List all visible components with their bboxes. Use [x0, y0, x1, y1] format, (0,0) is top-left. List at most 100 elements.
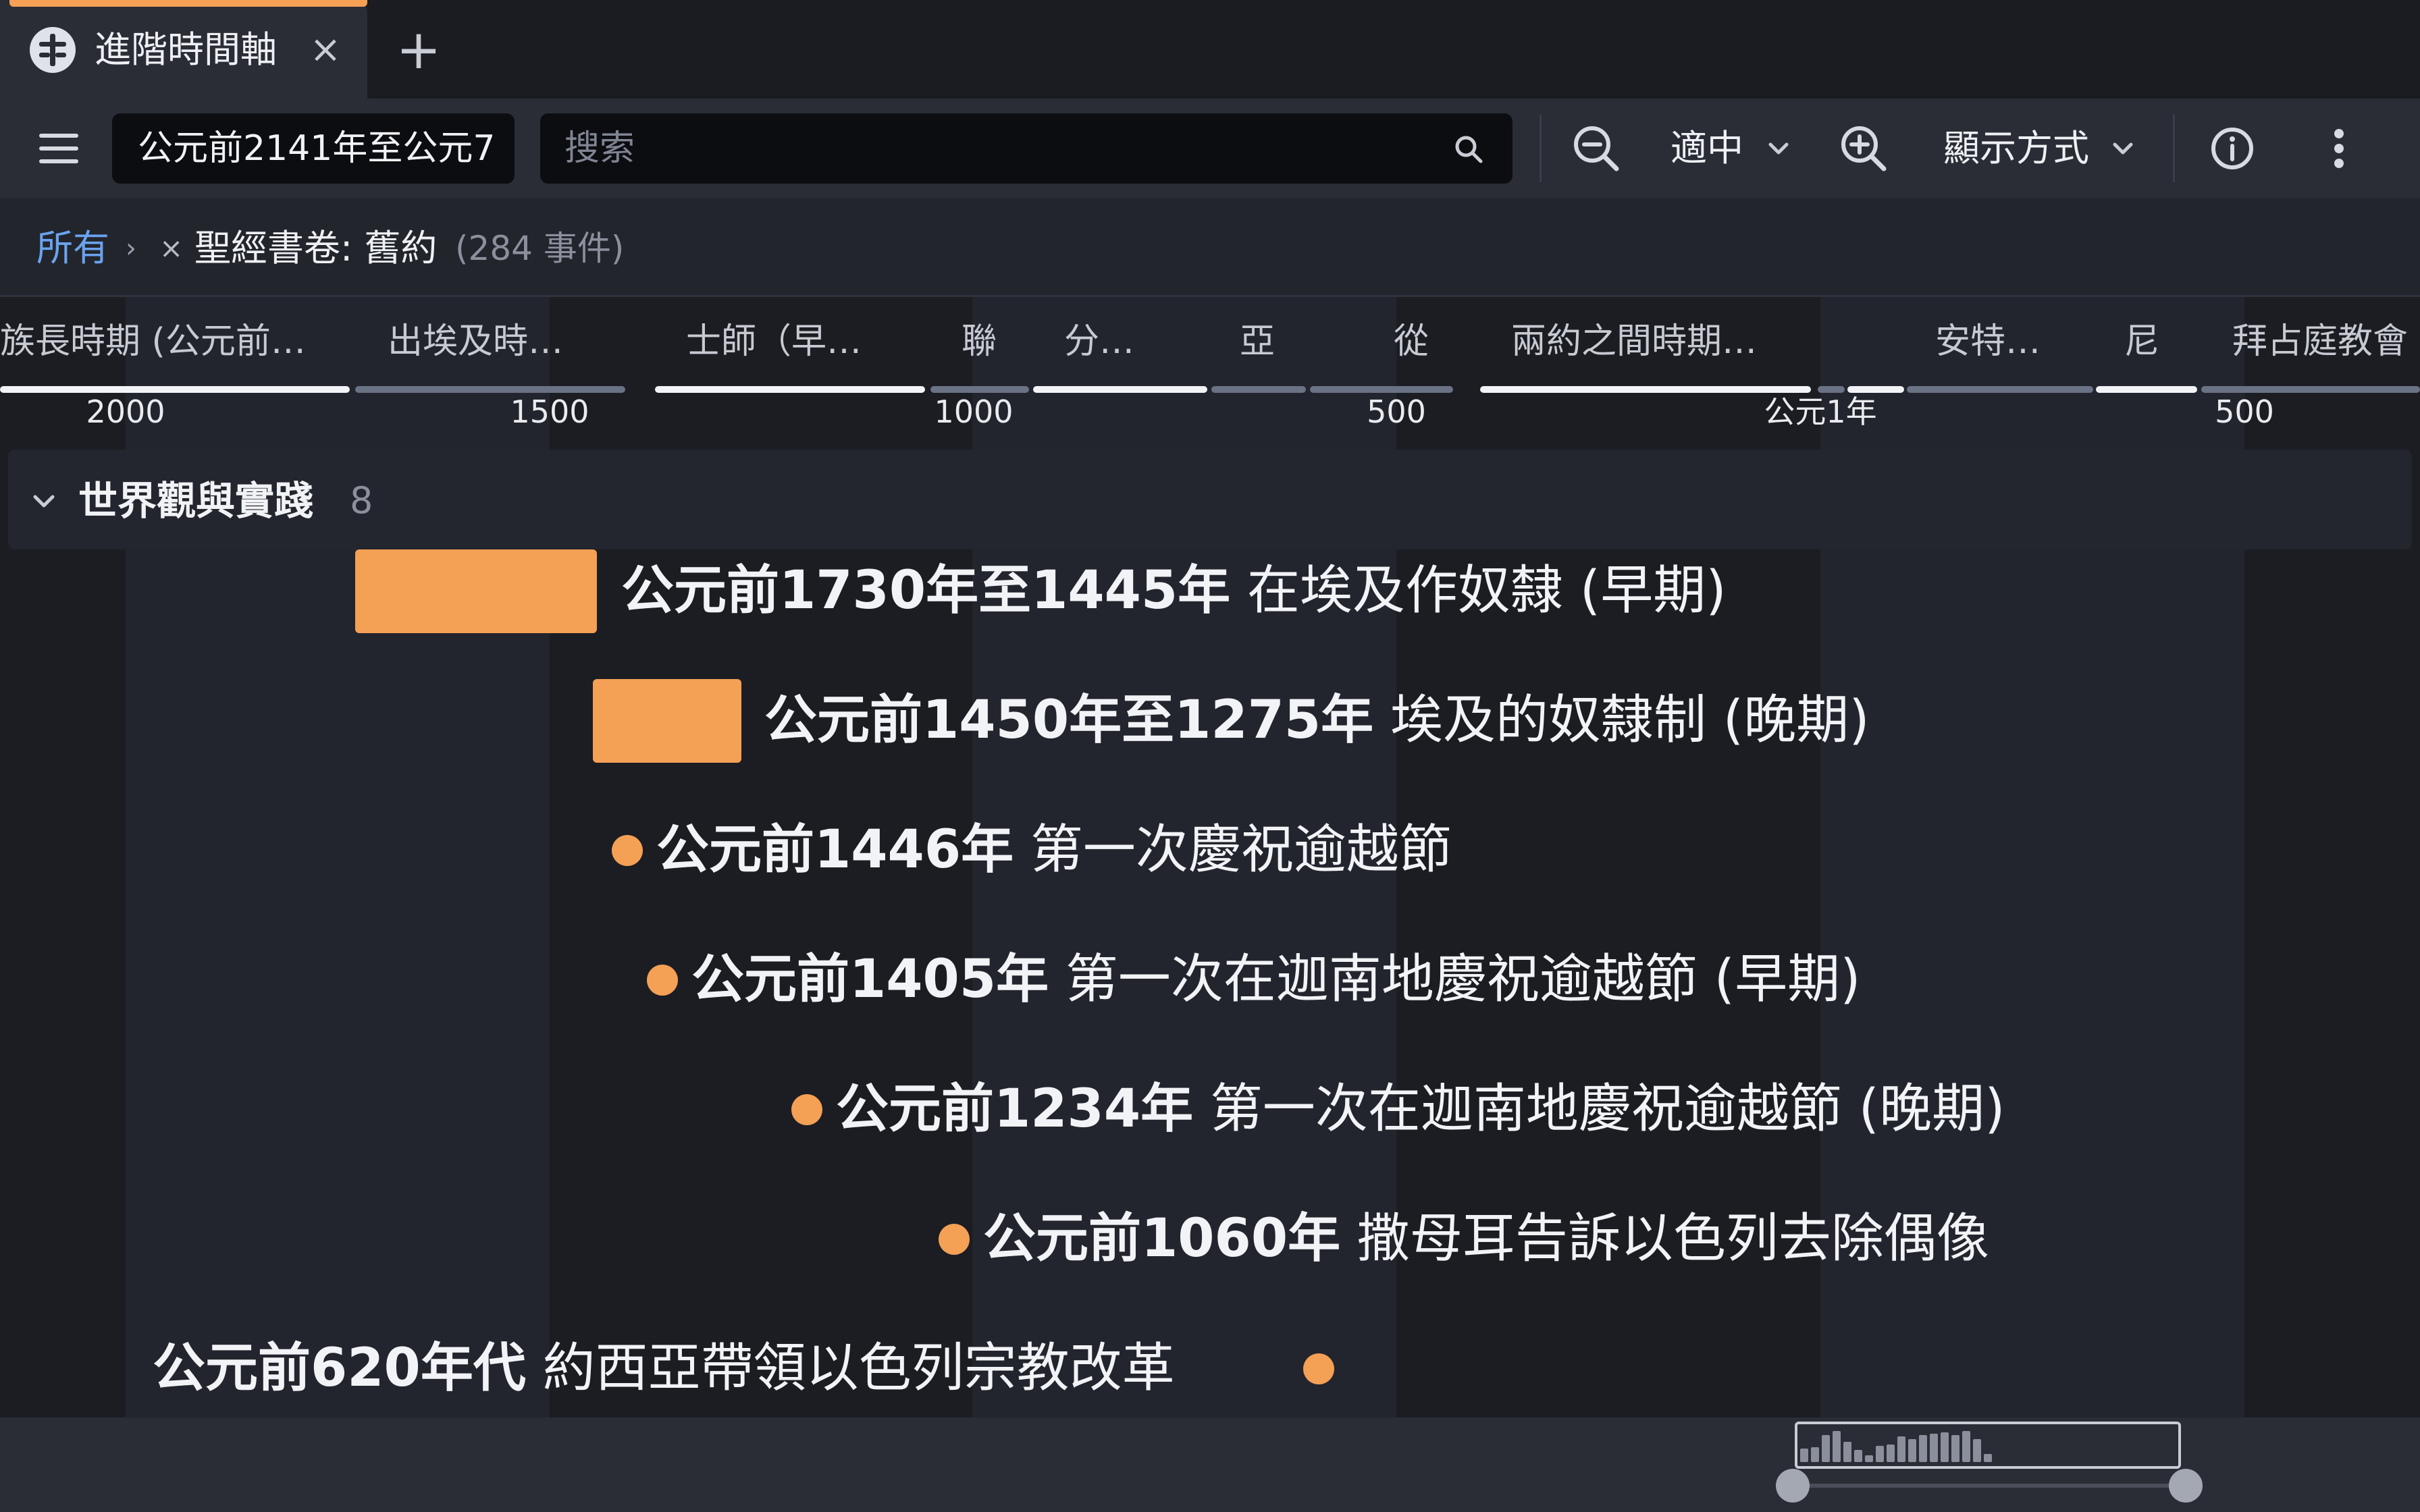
density-bar [1865, 1455, 1873, 1462]
event-title: 第一次在迦南地慶祝逾越節 (晚期) [1209, 1079, 2005, 1139]
density-bar [1973, 1439, 1981, 1462]
menu-icon[interactable] [35, 124, 84, 173]
event-title: 埃及的奴隸制 (晚期) [1390, 690, 1870, 751]
era-label[interactable]: 安特… [1935, 316, 2057, 367]
density-bar [1833, 1431, 1841, 1462]
chevron-down-icon[interactable] [1765, 135, 1792, 162]
era-label[interactable]: 從 [1394, 316, 1434, 367]
timeline-app: 進階時間軸 × + 公元前2141年至公元7 搜索 適中 顯示方式 所有 › ×… [0, 0, 2420, 1512]
era-bar[interactable] [1211, 386, 1306, 393]
toolbar-divider [1540, 115, 1542, 182]
density-bar [1800, 1449, 1808, 1462]
event-point-marker[interactable] [647, 965, 678, 996]
search-field[interactable] [540, 113, 1512, 184]
overview-start-handle[interactable] [1776, 1469, 1810, 1503]
density-bar [1951, 1435, 1959, 1462]
density-bar [1822, 1435, 1830, 1462]
info-icon[interactable] [2204, 120, 2261, 177]
era-label[interactable]: 出埃及時… [388, 316, 590, 367]
era-label[interactable]: 族長時期 (公元前… [0, 316, 317, 367]
event-label[interactable]: 公元前1450年至1275年 埃及的奴隸制 (晚期) [764, 683, 1870, 757]
remove-filter-button[interactable]: × [159, 221, 183, 275]
era-label[interactable]: 亞 [1240, 316, 1294, 367]
event-label[interactable]: 公元前1060年 撒母耳告訴以色列去除偶像 [983, 1202, 1989, 1276]
search-input[interactable] [564, 113, 1415, 184]
density-bar [1908, 1439, 1916, 1462]
axis-tick-label: 2000 [86, 394, 165, 430]
toolbar-divider [2173, 115, 2175, 182]
density-bar [1984, 1454, 1992, 1462]
tab-close-button[interactable]: × [302, 27, 348, 73]
density-bar [1876, 1446, 1884, 1462]
event-title: 第一次在迦南地慶祝逾越節 (早期) [1065, 949, 1861, 1010]
display-mode-dropdown[interactable]: 顯示方式 [1943, 120, 2089, 177]
event-title: 撒母耳告訴以色列去除偶像 [1357, 1208, 1989, 1269]
event-label[interactable]: 公元前1234年 第一次在迦南地慶祝逾越節 (晚期) [836, 1072, 2005, 1146]
density-bar [1962, 1431, 1970, 1462]
active-tab-indicator [9, 0, 367, 7]
chevron-down-icon[interactable] [2109, 135, 2136, 162]
density-bar [1897, 1436, 1905, 1462]
era-bar[interactable] [1033, 386, 1207, 393]
event-date: 公元前620年代 [153, 1338, 526, 1399]
timeline-overview[interactable] [0, 1418, 2420, 1512]
breadcrumb-separator: › [126, 233, 136, 264]
axis-tick-label: 500 [2215, 394, 2274, 430]
overview-track[interactable] [1792, 1484, 2185, 1488]
tab-advanced-timeline[interactable]: 進階時間軸 × [0, 0, 367, 99]
event-date: 公元前1730年至1445年 [621, 560, 1231, 621]
event-date: 公元前1446年 [656, 819, 1014, 880]
era-label[interactable]: 分… [1064, 316, 1165, 367]
density-bar [1930, 1434, 1938, 1462]
search-icon[interactable] [1453, 134, 1484, 165]
more-vertical-icon[interactable] [2317, 120, 2361, 177]
event-date: 公元前1450年至1275年 [764, 690, 1374, 751]
timeline-app-icon [30, 27, 76, 73]
event-label[interactable]: 公元前620年代 約西亞帶領以色列宗教改革 [153, 1331, 1175, 1405]
event-point-marker[interactable] [1303, 1353, 1334, 1384]
group-title: 世界觀與實踐 [78, 478, 314, 524]
event-range-bar[interactable] [355, 549, 597, 633]
event-range-bar[interactable] [593, 679, 741, 763]
tab-title: 進階時間軸 [95, 28, 277, 71]
era-label[interactable]: 尼 [2124, 316, 2178, 367]
zoom-out-icon[interactable] [1568, 120, 1625, 177]
axis-tick-label: 1500 [510, 394, 589, 430]
event-title: 第一次慶祝逾越節 [1030, 819, 1452, 880]
zoom-fit-dropdown[interactable]: 適中 [1671, 120, 1743, 177]
event-date: 公元前1234年 [836, 1079, 1194, 1139]
density-bar [1854, 1450, 1862, 1462]
axis-tick-label: 公元1年 [1764, 394, 1877, 430]
overview-end-handle[interactable] [2169, 1469, 2203, 1503]
event-point-marker[interactable] [791, 1094, 822, 1125]
density-bar [1811, 1447, 1819, 1462]
event-label[interactable]: 公元前1730年至1445年 在埃及作奴隸 (早期) [621, 554, 1727, 628]
axis-tick-label: 1000 [934, 394, 1014, 430]
event-point-marker[interactable] [939, 1224, 970, 1255]
era-label[interactable]: 兩約之間時期… [1511, 316, 1808, 367]
event-label[interactable]: 公元前1405年 第一次在迦南地慶祝逾越節 (早期) [691, 942, 1861, 1017]
date-range-field[interactable]: 公元前2141年至公元7 [112, 113, 515, 184]
era-label[interactable]: 士師（早… [686, 316, 889, 367]
toolbar: 公元前2141年至公元7 適中 [0, 99, 2420, 198]
density-bar [1843, 1442, 1851, 1462]
era-bar[interactable] [655, 386, 925, 393]
group-header-worldview[interactable]: 世界觀與實踐 8 [8, 450, 2412, 549]
tab-bar: 進階時間軸 × + [0, 0, 2420, 99]
event-label[interactable]: 公元前1446年 第一次慶祝逾越節 [656, 813, 1452, 887]
era-label[interactable]: 聯 [962, 316, 1016, 367]
chevron-down-icon[interactable] [28, 486, 59, 517]
new-tab-button[interactable]: + [392, 23, 446, 77]
group-count: 8 [350, 479, 373, 522]
event-title: 在埃及作奴隸 (早期) [1246, 560, 1727, 621]
timeline-canvas[interactable]: 族長時期 (公元前… 出埃及時… 士師（早… 聯 分… 亞 從 兩約之間時期… … [0, 297, 2420, 1418]
era-bar[interactable] [1907, 386, 2093, 393]
breadcrumb: 所有 › × 聖經書卷: 舊約 (284 事件) [0, 198, 2420, 297]
event-date: 公元前1405年 [691, 949, 1049, 1010]
era-label[interactable]: 拜占庭教會 [2232, 316, 2420, 367]
event-point-marker[interactable] [612, 835, 643, 866]
event-date: 公元前1060年 [983, 1208, 1341, 1269]
overview-viewport-frame[interactable] [1795, 1422, 2181, 1469]
breadcrumb-all-link[interactable]: 所有 [36, 221, 109, 275]
zoom-in-icon[interactable] [1835, 120, 1892, 177]
